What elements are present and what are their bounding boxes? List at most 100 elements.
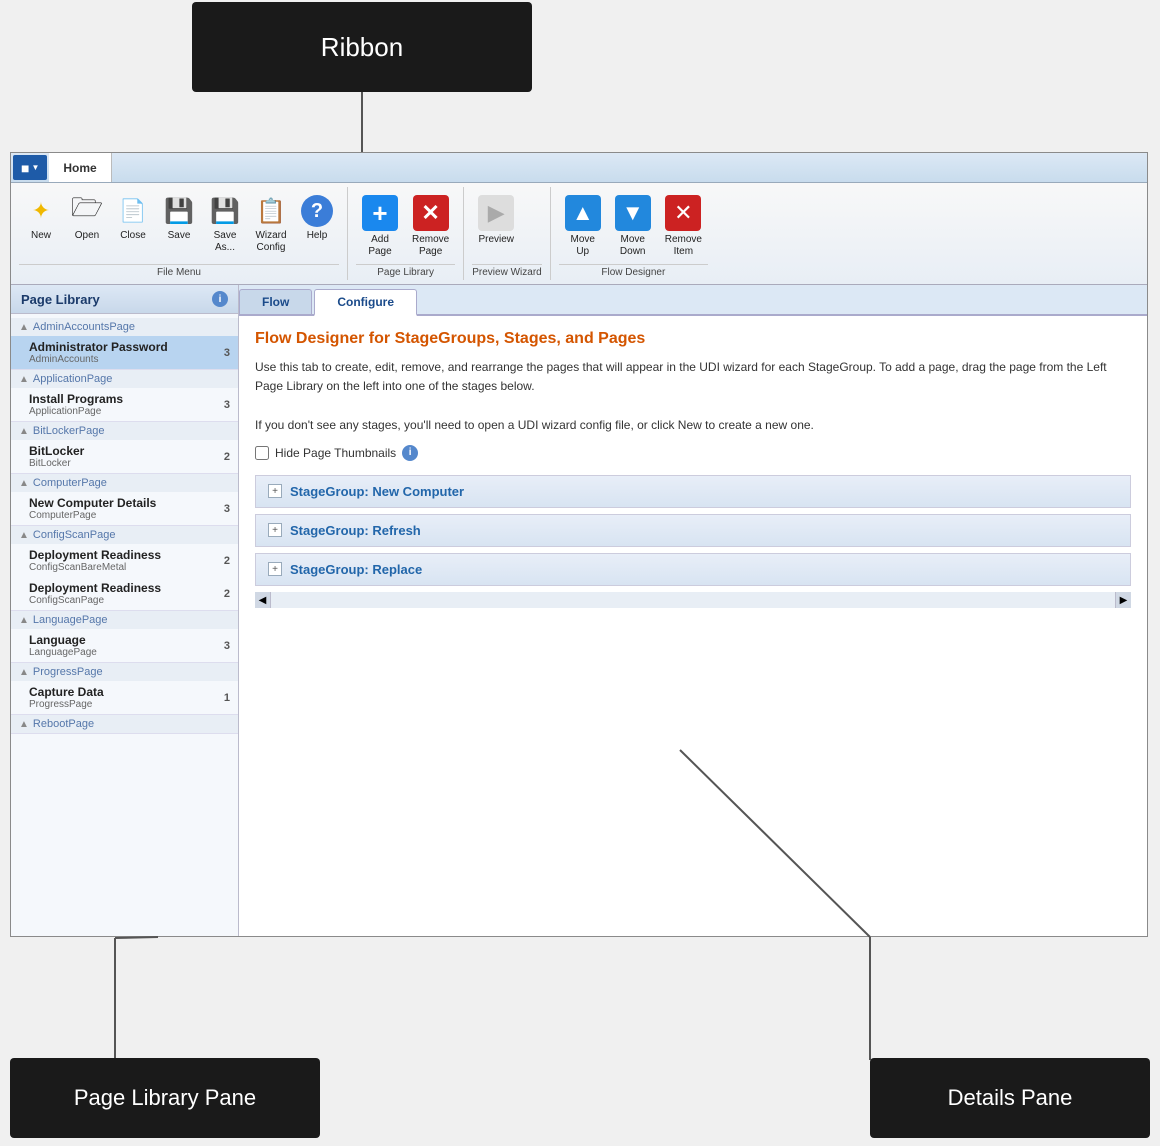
tab-home[interactable]: Home bbox=[49, 153, 111, 182]
preview-wizard-group-label: Preview Wizard bbox=[472, 264, 541, 280]
preview-icon: ▶ bbox=[478, 195, 514, 231]
lib-group-header-language[interactable]: ▲ LanguagePage bbox=[11, 611, 238, 629]
add-page-button[interactable]: + Add Page bbox=[356, 191, 404, 262]
lib-item-deployment-readiness1[interactable]: Deployment Readiness ConfigScanBareMetal… bbox=[11, 544, 238, 577]
lib-item-language-name: Language bbox=[29, 633, 97, 647]
h-scroll-right-button[interactable]: ▶ bbox=[1115, 592, 1131, 608]
ribbon-group-page-library: + Add Page ✕ Remove Page Page Library bbox=[348, 187, 464, 280]
lib-item-configscan1-count: 2 bbox=[224, 555, 230, 567]
lib-item-admin-name: Administrator Password bbox=[29, 340, 168, 354]
move-down-button[interactable]: ▼ Move Down bbox=[609, 191, 657, 262]
flow-content: Flow Designer for StageGroups, Stages, a… bbox=[239, 316, 1147, 936]
tab-configure[interactable]: Configure bbox=[314, 289, 417, 316]
wizard-config-label: Wizard Config bbox=[255, 230, 286, 254]
remove-page-icon: ✕ bbox=[413, 195, 449, 231]
save-as-button[interactable]: 💾 Save As... bbox=[203, 191, 247, 258]
open-button[interactable]: 🗁 Open bbox=[65, 191, 109, 246]
remove-page-label: Remove Page bbox=[412, 234, 449, 258]
h-scroll-left-button[interactable]: ◀ bbox=[255, 592, 271, 608]
lib-group-header-progress[interactable]: ▲ ProgressPage bbox=[11, 663, 238, 681]
collapse-icon-app: ▲ bbox=[19, 374, 29, 385]
main-content: Page Library i ▲ AdminAccountsPage Admin… bbox=[11, 285, 1147, 936]
lib-group-name-app: ApplicationPage bbox=[33, 373, 113, 385]
collapse-icon-configscan1: ▲ bbox=[19, 530, 29, 541]
lib-group-header-configscan1[interactable]: ▲ ConfigScanPage bbox=[11, 526, 238, 544]
lib-item-computer-info: New Computer Details ComputerPage bbox=[29, 496, 156, 521]
lib-group-header-reboot[interactable]: ▲ RebootPage bbox=[11, 715, 238, 733]
lib-group-bitlocker: ▲ BitLockerPage BitLocker BitLocker 2 bbox=[11, 422, 238, 474]
move-up-label: Move Up bbox=[570, 234, 594, 258]
lib-item-new-computer-details[interactable]: New Computer Details ComputerPage 3 bbox=[11, 492, 238, 525]
page-library-group-label: Page Library bbox=[356, 264, 455, 280]
lib-group-header-computer[interactable]: ▲ ComputerPage bbox=[11, 474, 238, 492]
stage-group-header-new-computer[interactable]: + StageGroup: New Computer bbox=[256, 476, 1130, 507]
lib-item-bitlocker-sub: BitLocker bbox=[29, 458, 84, 469]
page-library-title: Page Library bbox=[21, 292, 100, 307]
app-menu-button[interactable]: ■ ▼ bbox=[13, 155, 47, 180]
horizontal-scrollbar[interactable]: ◀ ▶ bbox=[255, 592, 1131, 608]
new-label: New bbox=[31, 230, 51, 242]
page-library-info-icon[interactable]: i bbox=[212, 291, 228, 307]
lib-item-app-sub: ApplicationPage bbox=[29, 406, 123, 417]
lib-item-install-programs[interactable]: Install Programs ApplicationPage 3 bbox=[11, 388, 238, 421]
new-button[interactable]: ✦ New bbox=[19, 191, 63, 246]
expand-icon-replace[interactable]: + bbox=[268, 562, 282, 576]
close-button[interactable]: 📄 Close bbox=[111, 191, 155, 246]
title-bar: ■ ▼ Home bbox=[11, 153, 1147, 183]
remove-item-button[interactable]: ✕ Remove Item bbox=[659, 191, 708, 262]
stage-group-refresh: + StageGroup: Refresh bbox=[255, 514, 1131, 547]
hide-thumbnails-checkbox[interactable] bbox=[255, 446, 269, 460]
close-label: Close bbox=[120, 230, 146, 242]
lib-group-name-reboot: RebootPage bbox=[33, 718, 94, 730]
save-label: Save bbox=[168, 230, 191, 242]
lib-item-capture-data[interactable]: Capture Data ProgressPage 1 bbox=[11, 681, 238, 714]
flow-desc-2: If you don't see any stages, you'll need… bbox=[255, 418, 814, 432]
lib-group-header-admin[interactable]: ▲ AdminAccountsPage bbox=[11, 318, 238, 336]
expand-icon-refresh[interactable]: + bbox=[268, 523, 282, 537]
lib-item-progress-name: Capture Data bbox=[29, 685, 104, 699]
lib-item-admin-info: Administrator Password AdminAccounts bbox=[29, 340, 168, 365]
h-scroll-track[interactable] bbox=[271, 592, 1115, 608]
stage-group-name-new-computer: StageGroup: New Computer bbox=[290, 484, 464, 499]
save-as-icon: 💾 bbox=[209, 195, 241, 227]
tab-flow[interactable]: Flow bbox=[239, 289, 312, 314]
stage-group-name-refresh: StageGroup: Refresh bbox=[290, 523, 421, 538]
lib-item-computer-name: New Computer Details bbox=[29, 496, 156, 510]
lib-item-admin-password[interactable]: Administrator Password AdminAccounts 3 bbox=[11, 336, 238, 369]
lib-item-progress-sub: ProgressPage bbox=[29, 699, 104, 710]
help-button[interactable]: ? Help bbox=[295, 191, 339, 246]
lib-item-configscan2-sub: ConfigScanPage bbox=[29, 595, 161, 606]
app-menu-arrow: ▼ bbox=[31, 163, 39, 172]
stage-group-header-replace[interactable]: + StageGroup: Replace bbox=[256, 554, 1130, 585]
remove-page-button[interactable]: ✕ Remove Page bbox=[406, 191, 455, 262]
hide-thumbnails-info-icon[interactable]: i bbox=[402, 445, 418, 461]
lib-group-header-app[interactable]: ▲ ApplicationPage bbox=[11, 370, 238, 388]
remove-item-label: Remove Item bbox=[665, 234, 702, 258]
wizard-config-button[interactable]: 📋 Wizard Config bbox=[249, 191, 293, 258]
ribbon-group-flow-designer: ▲ Move Up ▼ Move Down ✕ Remove Item Flow… bbox=[551, 187, 716, 280]
collapse-icon-bitlocker: ▲ bbox=[19, 426, 29, 437]
lib-item-computer-count: 3 bbox=[224, 503, 230, 515]
page-library-panel: Page Library i ▲ AdminAccountsPage Admin… bbox=[11, 285, 239, 936]
stage-group-replace: + StageGroup: Replace bbox=[255, 553, 1131, 586]
lib-item-language[interactable]: Language LanguagePage 3 bbox=[11, 629, 238, 662]
lib-group-name-bitlocker: BitLockerPage bbox=[33, 425, 105, 437]
help-icon: ? bbox=[301, 195, 333, 227]
stage-group-header-refresh[interactable]: + StageGroup: Refresh bbox=[256, 515, 1130, 546]
expand-icon-new-computer[interactable]: + bbox=[268, 484, 282, 498]
hide-thumbnails-row: Hide Page Thumbnails i bbox=[255, 445, 1131, 461]
save-button[interactable]: 💾 Save bbox=[157, 191, 201, 246]
lib-item-language-info: Language LanguagePage bbox=[29, 633, 97, 658]
lib-item-bitlocker[interactable]: BitLocker BitLocker 2 bbox=[11, 440, 238, 473]
detail-tabs: Flow Configure bbox=[239, 285, 1147, 316]
move-up-button[interactable]: ▲ Move Up bbox=[559, 191, 607, 262]
move-up-icon: ▲ bbox=[565, 195, 601, 231]
details-pane-label: Details Pane bbox=[870, 1058, 1150, 1138]
lib-item-configscan2-count: 2 bbox=[224, 588, 230, 600]
page-library-pane-label: Page Library Pane bbox=[10, 1058, 320, 1138]
preview-button[interactable]: ▶ Preview bbox=[472, 191, 520, 250]
lib-group-computer: ▲ ComputerPage New Computer Details Comp… bbox=[11, 474, 238, 526]
lib-group-language: ▲ LanguagePage Language LanguagePage 3 bbox=[11, 611, 238, 663]
lib-item-deployment-readiness2[interactable]: Deployment Readiness ConfigScanPage 2 bbox=[11, 577, 238, 610]
lib-group-header-bitlocker[interactable]: ▲ BitLockerPage bbox=[11, 422, 238, 440]
